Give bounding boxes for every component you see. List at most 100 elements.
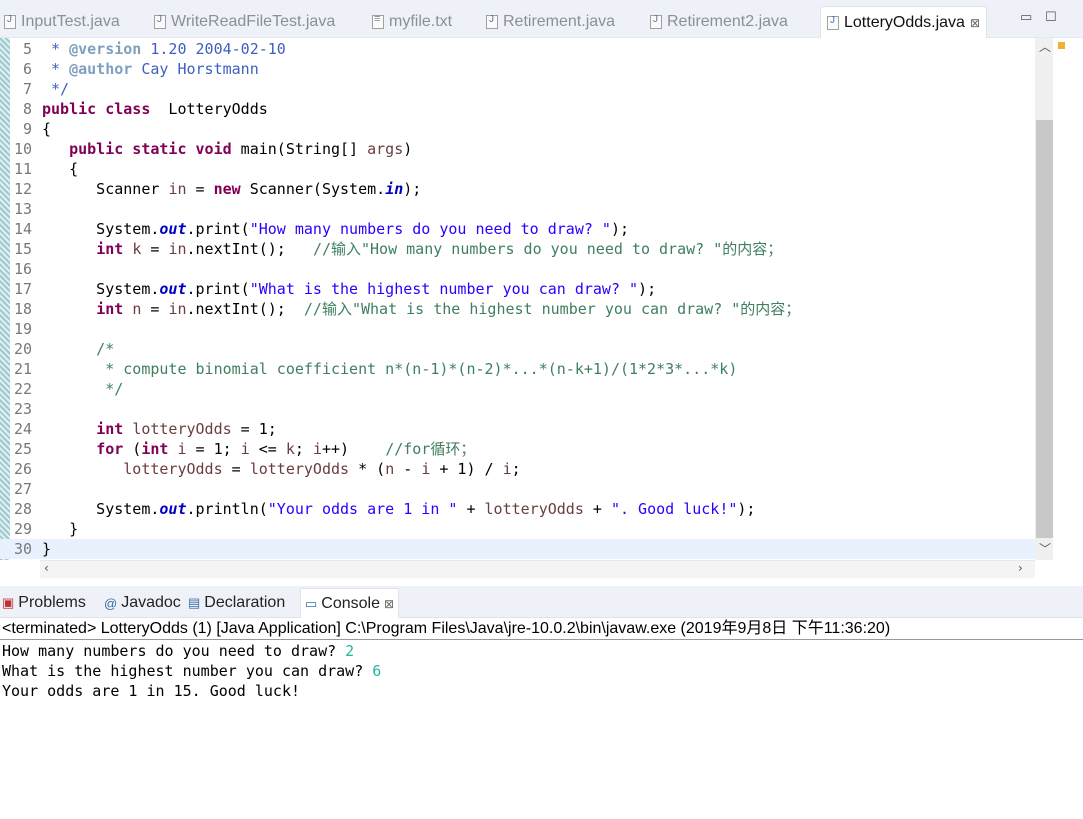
code-token: out: [159, 280, 187, 298]
code-line[interactable]: 18 int n = in.nextInt(); //输入"What is th…: [0, 299, 1035, 319]
code-token: = 1;: [186, 440, 241, 458]
code-token: in: [168, 300, 187, 318]
code-line[interactable]: 20 /*: [0, 339, 1035, 359]
bottom-panel-tabs: ▣ Problems @ Javadoc ▤ Declaration ▭ Console ⊠: [0, 586, 1083, 618]
code-token: Scanner: [42, 180, 169, 198]
panel-tab-declaration[interactable]: ▤ Declaration: [188, 594, 285, 612]
close-tab-icon[interactable]: ⊠: [384, 597, 394, 611]
code-line[interactable]: 11 {: [0, 159, 1035, 179]
code-token: =: [222, 460, 250, 478]
code-token: <=: [249, 440, 286, 458]
code-line[interactable]: 25 for (int i = 1; i <= k; i++) //for循环；: [0, 439, 1035, 459]
code-token: lotteryOdds: [132, 420, 232, 438]
console-line: Your odds are 1 in 15. Good luck!: [2, 681, 300, 701]
code-text: /*: [42, 339, 114, 359]
code-token: = 1;: [231, 420, 277, 438]
code-line[interactable]: 27: [0, 479, 1035, 499]
code-token: k: [132, 240, 142, 258]
code-token: in: [385, 180, 404, 198]
tab-myfile-txt[interactable]: myfile.txt: [372, 8, 452, 36]
tab-writereadfiletest-java[interactable]: WriteReadFileTest.java: [154, 8, 335, 36]
code-line[interactable]: 13: [0, 199, 1035, 219]
code-token: Cay Horstmann: [132, 60, 259, 78]
scroll-left-icon[interactable]: ‹: [44, 561, 49, 575]
scroll-down-icon[interactable]: ﹀: [1039, 540, 1051, 557]
declaration-icon: ▤: [188, 595, 201, 610]
tab-inputtest-java[interactable]: InputTest.java: [4, 8, 120, 36]
console-input: 2: [345, 642, 355, 660]
code-line[interactable]: 12 Scanner in = new Scanner(System.in);: [0, 179, 1035, 199]
line-number: 9: [22, 120, 32, 138]
code-token: *: [42, 60, 70, 78]
code-text: public static void main(String[] args): [42, 139, 412, 159]
code-text: Scanner in = new Scanner(System.in);: [42, 179, 421, 199]
code-line[interactable]: 10 public static void main(String[] args…: [0, 139, 1035, 159]
code-line[interactable]: 28 System.out.println("Your odds are 1 i…: [0, 499, 1035, 519]
line-number: 27: [13, 480, 32, 498]
code-token: n: [132, 300, 142, 318]
code-line[interactable]: 7 */: [0, 79, 1035, 99]
code-line[interactable]: 9{: [0, 119, 1035, 139]
code-token: {: [42, 120, 52, 138]
tab-retirement2-java[interactable]: Retirement2.java: [650, 8, 788, 36]
code-text: System.out.println("Your odds are 1 in "…: [42, 499, 755, 519]
code-token: =: [186, 180, 214, 198]
panel-tab-problems[interactable]: ▣ Problems: [2, 594, 86, 612]
close-tab-icon[interactable]: ⊠: [970, 16, 980, 30]
code-text: int lotteryOdds = 1;: [42, 419, 277, 439]
code-text: * @author Cay Horstmann: [42, 59, 259, 79]
warning-marker[interactable]: [1058, 42, 1065, 49]
minimize-icon[interactable]: ▭: [1020, 10, 1032, 25]
code-token: (: [123, 440, 142, 458]
tab-retirement-java[interactable]: Retirement.java: [486, 8, 615, 36]
code-token: 1.20 2004-02-10: [141, 40, 286, 58]
code-line[interactable]: 14 System.out.print("How many numbers do…: [0, 219, 1035, 239]
code-text: * @version 1.20 2004-02-10: [42, 39, 286, 59]
code-token: }: [42, 520, 79, 538]
java-file-icon: [650, 14, 662, 29]
code-line[interactable]: 23: [0, 399, 1035, 419]
panel-tab-javadoc[interactable]: @ Javadoc: [104, 594, 181, 612]
scroll-up-icon[interactable]: ︿: [1039, 38, 1051, 55]
code-token: k: [285, 440, 295, 458]
code-line[interactable]: 16: [0, 259, 1035, 279]
code-line[interactable]: 6 * @author Cay Horstmann: [0, 59, 1035, 79]
java-file-icon: [486, 14, 498, 29]
code-line[interactable]: 24 int lotteryOdds = 1;: [0, 419, 1035, 439]
code-line[interactable]: 15 int k = in.nextInt(); //输入"How many n…: [0, 239, 1035, 259]
code-line[interactable]: 21 * compute binomial coefficient n*(n-1…: [0, 359, 1035, 379]
code-line[interactable]: 5 * @version 1.20 2004-02-10: [0, 39, 1035, 59]
code-line[interactable]: 22 */: [0, 379, 1035, 399]
code-line[interactable]: 26 lotteryOdds = lotteryOdds * (n - i + …: [0, 459, 1035, 479]
code-line[interactable]: 19: [0, 319, 1035, 339]
code-token: main(String[]: [231, 140, 368, 158]
scroll-right-icon[interactable]: ›: [1018, 561, 1023, 575]
code-token: public static void: [69, 140, 232, 158]
code-line[interactable]: 17 System.out.print("What is the highest…: [0, 279, 1035, 299]
tab-lotteryodds-java[interactable]: LotteryOdds.java ⊠: [820, 6, 988, 38]
horizontal-scrollbar[interactable]: ‹ ›: [40, 560, 1035, 578]
code-line[interactable]: 29 }: [0, 519, 1035, 539]
maximize-icon[interactable]: ☐: [1045, 10, 1057, 25]
line-number: 28: [13, 500, 32, 518]
code-token: public class: [42, 100, 151, 118]
line-number: 10: [13, 140, 32, 158]
code-token: =: [141, 300, 169, 318]
code-token: lotteryOdds: [484, 500, 584, 518]
tab-label: WriteReadFileTest.java: [171, 13, 336, 30]
code-token: "Your odds are 1 in ": [267, 500, 458, 518]
code-token: @version: [69, 40, 142, 58]
code-token: Scanner(System.: [240, 180, 386, 198]
code-line[interactable]: 30}: [0, 539, 1035, 559]
scrollbar-thumb[interactable]: [1036, 120, 1053, 538]
code-token: int: [141, 440, 169, 458]
code-editor[interactable]: 5 * @version 1.20 2004-02-10 6 * @author …: [0, 38, 1065, 578]
code-token: ): [403, 140, 413, 158]
code-line[interactable]: 8 public class LotteryOdds: [0, 99, 1035, 119]
panel-tab-console[interactable]: ▭ Console ⊠: [300, 588, 400, 618]
